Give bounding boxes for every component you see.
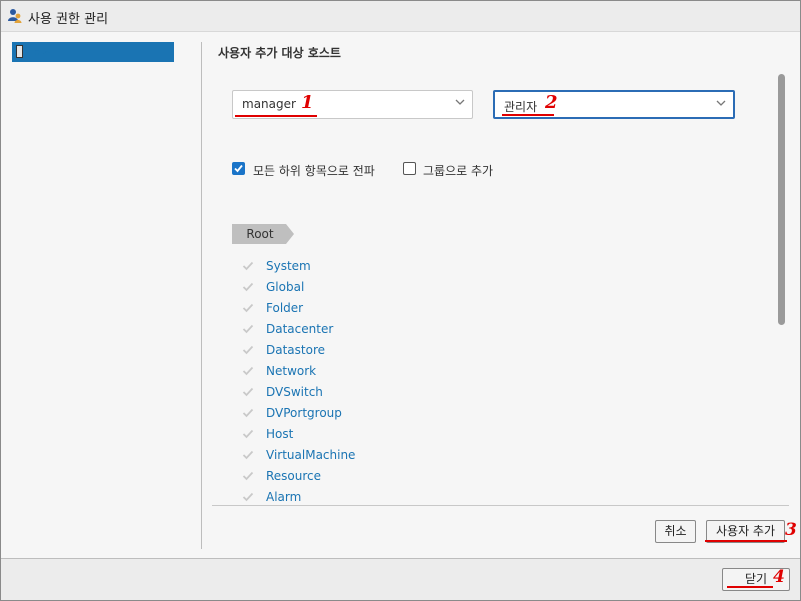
- privilege-label: Resource: [266, 469, 322, 483]
- add-as-group-label: 그룹으로 추가: [423, 164, 494, 178]
- privilege-label: DVSwitch: [266, 385, 323, 399]
- breadcrumb-root: Root: [246, 227, 274, 241]
- permission-dialog: 사용 권한 관리 호스트 사용자 추가 대상 호스트 manager 1 관리자…: [0, 0, 801, 601]
- privilege-label: Folder: [266, 301, 304, 315]
- disabled-checkmark-icon: [242, 303, 254, 313]
- vertical-scrollbar[interactable]: [778, 74, 785, 325]
- propagate-label: 모든 하위 항목으로 전파: [253, 164, 375, 178]
- privilege-label: VirtualMachine: [266, 448, 356, 462]
- annotation-1: 1: [301, 92, 314, 113]
- disabled-checkmark-icon: [242, 429, 254, 439]
- title-bar: 사용 권한 관리: [1, 1, 800, 32]
- privilege-label: System: [266, 259, 311, 273]
- privilege-label: Alarm: [266, 490, 302, 504]
- host-icon: [16, 45, 23, 58]
- cancel-button[interactable]: 취소: [655, 520, 696, 543]
- privilege-label: DVPortgroup: [266, 406, 342, 420]
- content-separator: [212, 505, 789, 506]
- disabled-checkmark-icon: [242, 345, 254, 355]
- dialog-footer: 닫기 4: [1, 559, 800, 600]
- disabled-checkmark-icon: [242, 282, 254, 292]
- annotation-2: 2: [545, 92, 558, 113]
- annotation-3: 3: [785, 520, 797, 540]
- chevron-down-icon: [716, 100, 726, 106]
- user-select-value: manager: [242, 97, 296, 111]
- annotation-underline-3: [705, 540, 787, 542]
- tree-item-host[interactable]: 호스트: [12, 42, 174, 62]
- annotation-underline-2: [502, 114, 554, 116]
- add-as-group-checkbox[interactable]: [403, 162, 416, 175]
- role-select-value: 관리자: [504, 100, 538, 114]
- disabled-checkmark-icon: [242, 366, 254, 376]
- add-user-panel: 사용자 추가 대상 호스트 manager 1 관리자 2 모든 하위 항목으로…: [202, 33, 799, 550]
- disabled-checkmark-icon: [242, 387, 254, 397]
- disabled-checkmark-icon: [242, 450, 254, 460]
- object-tree-pane: 호스트: [2, 33, 201, 550]
- disabled-checkmark-icon: [242, 261, 254, 271]
- privilege-label: Datacenter: [266, 322, 334, 336]
- privilege-label: Datastore: [266, 343, 326, 357]
- window-title: 사용 권한 관리: [28, 12, 109, 27]
- disabled-checkmark-icon: [242, 408, 254, 418]
- disabled-checkmark-icon: [242, 471, 254, 481]
- checkmark-icon: [234, 164, 243, 173]
- annotation-4: 4: [773, 567, 785, 587]
- panel-title: 사용자 추가 대상 호스트: [218, 46, 341, 60]
- annotation-underline-4: [727, 586, 773, 588]
- chevron-down-icon: [455, 99, 465, 105]
- privilege-label: Global: [266, 280, 305, 294]
- disabled-checkmark-icon: [242, 492, 254, 502]
- annotation-underline-1: [235, 115, 317, 117]
- disabled-checkmark-icon: [242, 324, 254, 334]
- propagate-checkbox[interactable]: [232, 162, 245, 175]
- users-permission-icon: [7, 8, 22, 23]
- breadcrumb[interactable]: Root: [232, 224, 294, 244]
- privilege-label: Network: [266, 364, 317, 378]
- tree-item-label: 호스트: [32, 47, 63, 60]
- privilege-label: Host: [266, 427, 294, 441]
